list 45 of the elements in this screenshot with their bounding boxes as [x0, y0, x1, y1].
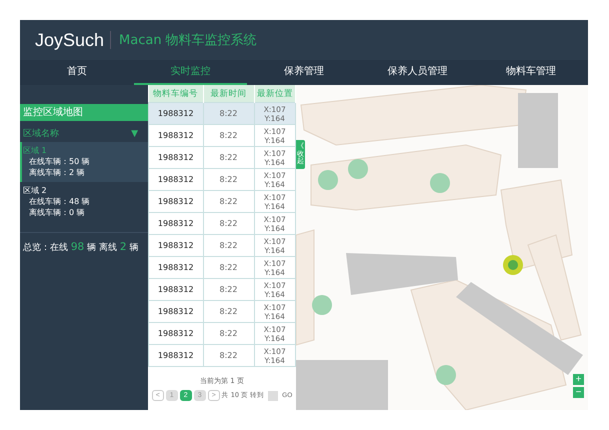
table-cell: 8:22: [203, 190, 254, 212]
table-cell: 1988312: [148, 256, 203, 278]
table-cell: 1988312: [148, 102, 203, 124]
offline-count: 离线车辆：2 辆: [28, 167, 86, 178]
system-title: Macan 物料车监控系统: [119, 32, 257, 49]
table-cell: 1988312: [148, 190, 203, 212]
table-cell: 8:22: [203, 146, 254, 168]
area-name: 区域 2: [23, 185, 48, 196]
nav-tab[interactable]: 保养管理: [247, 60, 361, 85]
table-cell: 1988312: [148, 322, 203, 344]
nav-tab[interactable]: 首页: [20, 60, 134, 85]
offline-count: 离线车辆：0 辆: [28, 207, 86, 218]
table-cell: 8:22: [203, 234, 254, 256]
table-cell: 8:22: [203, 212, 254, 234]
nav-tab[interactable]: 保养人员管理: [360, 60, 474, 85]
table-cell: 8:22: [203, 256, 254, 278]
table-cell: 8:22: [203, 322, 254, 344]
online-count: 在线车辆：50 辆: [28, 156, 91, 167]
summary-text: 总览：在线 98 辆 离线 2 辆: [20, 232, 148, 262]
table-cell: 8:22: [203, 124, 254, 146]
table-cell: 1988312: [148, 300, 203, 322]
area-name: 区域 1: [23, 145, 48, 156]
brand-logo: JoySuch: [35, 31, 112, 49]
online-count: 在线车辆：48 辆: [28, 196, 91, 207]
area-header: 区域名称: [23, 128, 59, 140]
column-header: 最新时间: [203, 85, 254, 102]
table-cell: 1988312: [148, 234, 203, 256]
area-item[interactable]: 区域 2 在线车辆：48 辆 离线车辆：0 辆: [20, 182, 148, 222]
caret-icon[interactable]: ▼: [131, 128, 138, 138]
table-cell: 1988312: [148, 278, 203, 300]
table-cell: 1988312: [148, 212, 203, 234]
column-header: 最新位置: [254, 85, 296, 102]
area-item[interactable]: 区域 1 在线车辆：50 辆 离线车辆：2 辆: [20, 142, 148, 182]
table-cell: 8:22: [203, 278, 254, 300]
table-cell: 1988312: [148, 344, 203, 366]
table-cell: 8:22: [203, 344, 254, 366]
table-cell: 8:22: [203, 300, 254, 322]
table-cell: 1988312: [148, 168, 203, 190]
table-cell: 8:22: [203, 168, 254, 190]
table-cell: 8:22: [203, 102, 254, 124]
nav-tab[interactable]: 物料车管理: [474, 60, 588, 85]
table-cell: 1988312: [148, 146, 203, 168]
column-header: 物料车编号: [148, 85, 203, 102]
page-input[interactable]: [268, 390, 278, 400]
table-cell: 1988312: [148, 124, 203, 146]
